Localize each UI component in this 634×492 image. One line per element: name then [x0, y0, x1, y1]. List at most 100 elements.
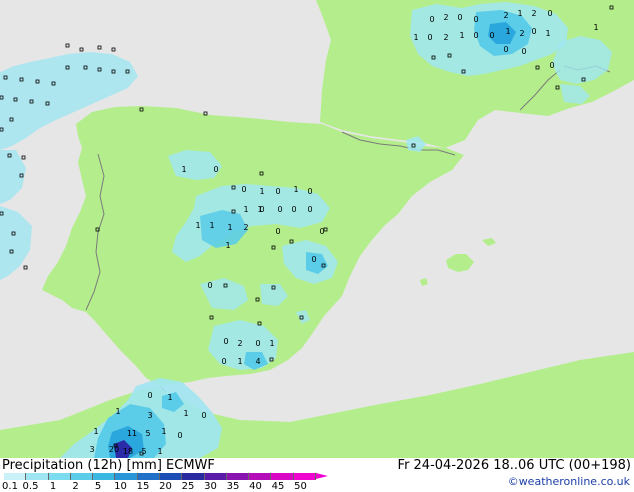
- precip-value-label: 0: [429, 15, 434, 24]
- precip-value-label: 0: [549, 61, 554, 70]
- precip-value-label: 0: [427, 33, 432, 42]
- precip-value-label: 1: [459, 31, 464, 40]
- legend-label: 1: [49, 481, 57, 492]
- precipitation-map: 0 2 0 0 2 1 2 01 0 2 1 0 0 102 0 1001100 1 10 01 1 21 0 0 0 0110…: [0, 0, 634, 458]
- legend-label: 20: [159, 481, 172, 492]
- legend-swatch: [249, 473, 272, 480]
- legend-label: 40: [249, 481, 262, 492]
- precip-value-label: 1: [181, 165, 186, 174]
- legend-swatch: [4, 473, 27, 480]
- precip-value-label: 0: [307, 205, 312, 214]
- legend-swatch: [70, 473, 94, 480]
- precip-value-label: 0: [319, 227, 324, 236]
- precip-value-label: 0: [241, 185, 246, 194]
- precip-value-label: 0: [201, 411, 206, 420]
- precip-value-label: 0: [291, 205, 296, 214]
- forecast-datetime: Fr 24-04-2026 18..06 UTC (00+198): [397, 458, 631, 473]
- precip-value-label: 2: [503, 11, 508, 20]
- legend-swatch: [160, 473, 183, 480]
- precip-value-label: 1: [593, 23, 598, 32]
- precip-value-label: 1: [505, 27, 510, 36]
- precip-value-label: 1: [115, 407, 120, 416]
- legend-swatch: [93, 473, 116, 480]
- precip-value-label: 0: [147, 391, 152, 400]
- legend-label: 35: [226, 481, 240, 492]
- legend-label: 0.5: [22, 481, 39, 492]
- legend-label: 15: [136, 481, 150, 492]
- precip-value-label: 1: [157, 447, 162, 456]
- precip-value-label: 1: [209, 221, 214, 230]
- legend-swatch: [137, 473, 160, 480]
- precip-value-label: 0: [213, 165, 218, 174]
- precip-value-label: 2: [519, 29, 524, 38]
- legend-label: 50: [294, 481, 307, 492]
- legend-label: 30: [204, 481, 217, 492]
- precip-value-label: 0: [531, 27, 536, 36]
- precip-value-label: 5: [141, 447, 146, 456]
- precip-value-label: 0: [547, 9, 552, 18]
- precip-value-label: 2: [443, 33, 448, 42]
- legend-swatch: [204, 473, 227, 480]
- legend-swatch: [182, 473, 205, 480]
- precip-value-label: 1: [183, 409, 188, 418]
- precip-value-label: 1: [257, 205, 262, 214]
- map-footer: Precipitation (12h) [mm] ECMWF Fr 24-04-…: [0, 458, 634, 492]
- precip-value-label: 18: [123, 447, 133, 456]
- legend-label: 25: [181, 481, 195, 492]
- legend-label: 0.1: [2, 481, 18, 492]
- credit-link[interactable]: ©weatheronline.co.uk: [508, 475, 630, 488]
- precip-value-label: 1: [167, 393, 172, 402]
- legend-swatch: [115, 473, 138, 480]
- precip-value-label: 0: [489, 31, 494, 40]
- precip-value-label: 1: [269, 339, 274, 348]
- legend-label: 2: [72, 481, 79, 492]
- precip-value-label: 2: [531, 9, 536, 18]
- legend-swatch: [48, 473, 71, 480]
- legend-label: 45: [271, 481, 285, 492]
- legend-label: 5: [94, 481, 102, 492]
- precip-value-label: 0: [457, 13, 462, 22]
- precip-value-label: 0: [207, 281, 212, 290]
- precip-value-label: 1: [225, 241, 230, 250]
- weather-map-frame: 0200212010210010201001100110011210000110…: [0, 0, 634, 492]
- legend-swatch: [271, 473, 294, 480]
- precip-value-label: 1: [195, 221, 200, 230]
- precip-value-label: 0: [473, 31, 478, 40]
- precip-value-label: 0: [277, 205, 282, 214]
- legend-swatch: [293, 473, 316, 480]
- precip-value-label: 0: [255, 339, 260, 348]
- precip-value-label: 0: [311, 255, 316, 264]
- precip-value-label: 0: [275, 187, 280, 196]
- precip-value-label: 0: [307, 187, 312, 196]
- legend-swatch: [226, 473, 250, 480]
- precip-value-label: 3: [147, 411, 152, 420]
- precip-value-label: 0: [521, 47, 526, 56]
- legend-label: 10: [114, 481, 127, 492]
- precip-value-label: 3: [89, 445, 94, 454]
- precip-value-label: 1: [545, 29, 550, 38]
- precip-value-label: 1: [243, 205, 248, 214]
- precip-value-label: 0: [221, 357, 226, 366]
- precip-value-label: 2: [243, 223, 248, 232]
- precip-value-label: 2: [443, 13, 448, 22]
- precip-value-label: 1: [161, 427, 166, 436]
- precip-value-label: 11: [127, 429, 137, 438]
- map-title: Precipitation (12h) [mm] ECMWF: [2, 458, 215, 473]
- precip-value-label: 2: [237, 339, 242, 348]
- precip-value-label: 0: [275, 227, 280, 236]
- legend-swatch: [26, 473, 49, 480]
- precip-value-label: 1: [293, 185, 298, 194]
- precip-value-label: 4: [255, 357, 260, 366]
- precip-value-label: 0: [223, 337, 228, 346]
- precip-value-label: 1: [517, 9, 522, 18]
- precip-value-label: 20: [109, 445, 119, 454]
- precip-value-label: 1: [259, 187, 264, 196]
- precip-value-label: 1: [93, 427, 98, 436]
- precip-value-label: 1: [227, 223, 232, 232]
- precip-value-label: 0: [177, 431, 182, 440]
- precip-value-label: 1: [237, 357, 242, 366]
- legend-arrow: [316, 473, 328, 479]
- precip-value-label: 0: [503, 45, 508, 54]
- precip-value-label: 0: [473, 15, 478, 24]
- precip-value-label: 1: [413, 33, 418, 42]
